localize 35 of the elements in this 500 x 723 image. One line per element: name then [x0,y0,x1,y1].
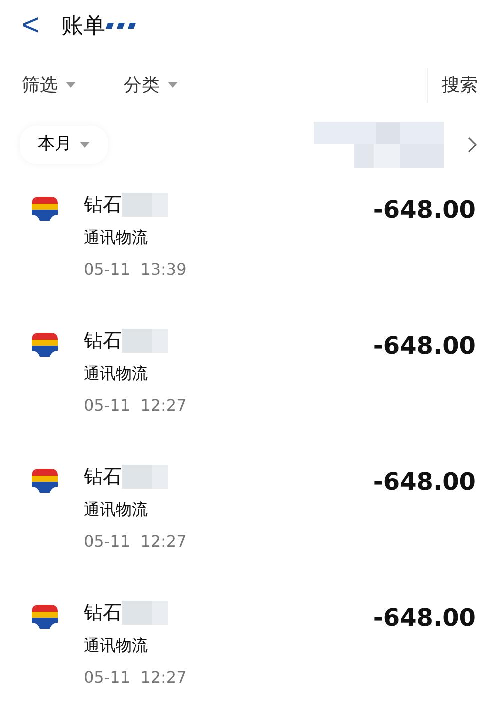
pixelated-redaction [122,329,168,353]
filter-dropdown[interactable]: 筛选 [22,72,76,98]
merchant-name: 钻石 [84,193,122,218]
merchant-name: 钻石 [84,329,122,354]
pixelated-redaction [122,465,168,489]
pixelated-redaction [122,601,168,625]
more-icon[interactable] [106,22,136,30]
pixelated-redaction [122,193,168,217]
bank-logo-icon [30,468,60,494]
page-title: 账单 [62,12,106,40]
transaction-time: 05-11 12:27 [84,667,188,689]
amount: -648.00 [373,603,476,634]
back-button[interactable]: < [22,11,40,41]
amount: -648.00 [373,195,476,226]
category-label: 通讯物流 [84,635,149,657]
filter-dropdown[interactable]: 分类 [124,72,178,98]
chevron-right-icon[interactable] [468,137,478,153]
dropdown-caret-icon [80,142,90,148]
amount: -648.00 [373,331,476,362]
amount: -648.00 [373,467,476,498]
bank-logo-icon [30,196,60,222]
month-dropdown[interactable]: 本月 [20,126,108,164]
category-label: 通讯物流 [84,499,149,521]
bank-logo-icon [30,332,60,358]
bank-logo-icon [30,604,60,630]
category-label: 通讯物流 [84,363,149,385]
dropdown-caret-icon [66,82,76,88]
dropdown-caret-icon [168,82,178,88]
transaction-time: 05-11 12:27 [84,395,188,417]
transaction-time: 05-11 12:27 [84,531,188,553]
merchant-name: 钻石 [84,465,122,490]
merchant-name: 钻石 [84,601,122,626]
transaction-time: 05-11 13:39 [84,259,188,281]
search-button[interactable]: 搜索 [427,68,478,102]
category-label: 通讯物流 [84,227,149,249]
